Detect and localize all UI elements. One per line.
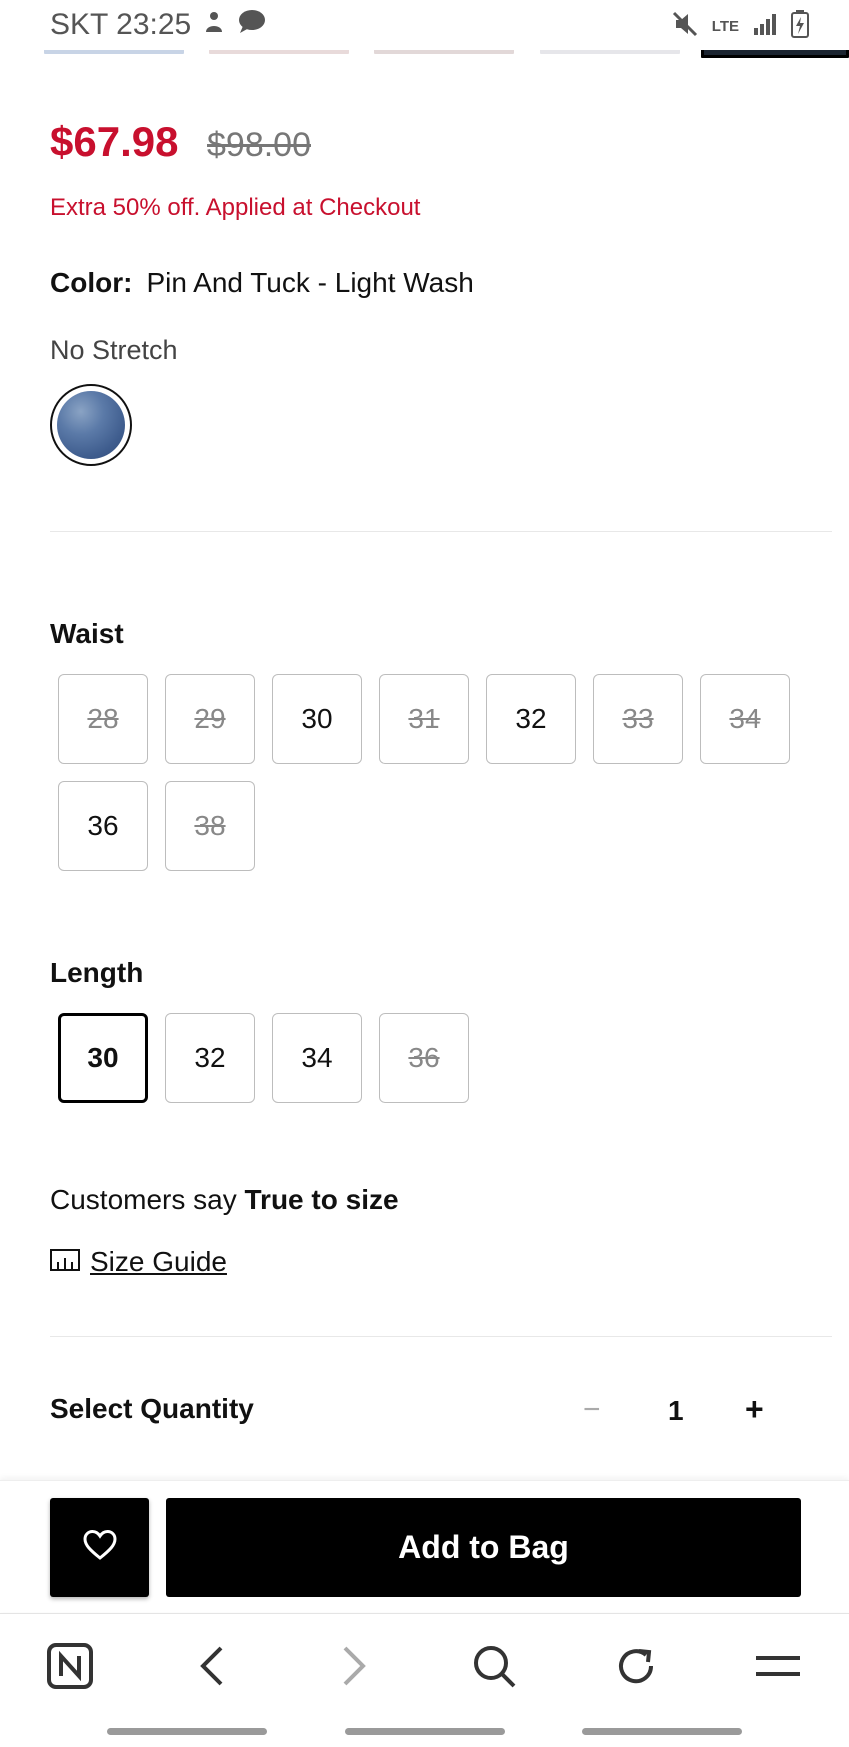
add-to-bag-button[interactable]: Add to Bag xyxy=(166,1498,801,1597)
fit-prefix: Customers say xyxy=(50,1184,237,1215)
waist-title: Waist xyxy=(50,618,124,649)
sale-price: $67.98 xyxy=(50,118,179,165)
size-guide-link[interactable]: Size Guide xyxy=(50,1246,227,1278)
gesture-bar-left xyxy=(107,1728,267,1735)
mute-icon xyxy=(672,11,698,42)
length-title: Length xyxy=(50,957,144,988)
notification-icon xyxy=(203,8,225,42)
waist-size-option[interactable]: 30 xyxy=(272,674,362,764)
search-icon[interactable] xyxy=(468,1640,520,1692)
original-price: $98.00 xyxy=(207,126,311,164)
status-right: LTE xyxy=(672,10,809,43)
status-bar: SKT 23:25 LTE xyxy=(0,0,849,50)
forward-icon[interactable] xyxy=(328,1640,380,1692)
battery-icon xyxy=(791,10,809,43)
home-n-icon[interactable] xyxy=(44,1640,96,1692)
color-label: Color: xyxy=(50,267,133,298)
divider xyxy=(50,1336,832,1337)
gesture-bar-center xyxy=(345,1728,505,1735)
length-size-option[interactable]: 30 xyxy=(58,1013,148,1103)
waist-size-option[interactable]: 36 xyxy=(58,781,148,871)
status-left: SKT 23:25 xyxy=(50,8,267,42)
denim-swatch-image xyxy=(57,391,125,459)
waist-size-label: 36 xyxy=(87,810,119,841)
length-size-label: 30 xyxy=(87,1042,119,1073)
waist-size-option[interactable]: 28 xyxy=(58,674,148,764)
wishlist-button[interactable] xyxy=(50,1498,149,1597)
length-size-option[interactable]: 32 xyxy=(165,1013,255,1103)
waist-size-option[interactable]: 31 xyxy=(379,674,469,764)
back-icon[interactable] xyxy=(186,1640,238,1692)
status-time: SKT 23:25 xyxy=(50,8,192,41)
waist-size-label: 30 xyxy=(301,703,333,734)
waist-size-option[interactable]: 29 xyxy=(165,674,255,764)
waist-size-option[interactable]: 34 xyxy=(700,674,790,764)
length-size-label: 36 xyxy=(408,1042,440,1073)
chat-bubble-icon xyxy=(237,8,267,42)
waist-size-label: 33 xyxy=(622,703,654,734)
waist-size-label: 38 xyxy=(194,810,226,841)
ruler-icon xyxy=(50,1246,80,1278)
length-size-label: 34 xyxy=(301,1042,333,1073)
waist-size-option[interactable]: 32 xyxy=(486,674,576,764)
color-value: Pin And Tuck - Light Wash xyxy=(146,267,474,298)
stretch-label: No Stretch xyxy=(50,335,178,365)
network-type: LTE xyxy=(711,17,739,35)
length-size-option[interactable]: 36 xyxy=(379,1013,469,1103)
waist-size-label: 28 xyxy=(87,703,119,734)
signal-icon xyxy=(753,13,777,40)
waist-size-label: 34 xyxy=(729,703,761,734)
length-size-option[interactable]: 34 xyxy=(272,1013,362,1103)
waist-size-label: 31 xyxy=(408,703,440,734)
color-swatch[interactable] xyxy=(50,384,132,466)
waist-size-label: 29 xyxy=(194,703,226,734)
gesture-bar-right xyxy=(582,1728,742,1735)
length-size-label: 32 xyxy=(194,1042,226,1073)
promo-text: Extra 50% off. Applied at Checkout xyxy=(50,194,421,221)
fit-value: True to size xyxy=(244,1184,399,1215)
quantity-value: 1 xyxy=(668,1395,684,1426)
color-row: Color: Pin And Tuck - Light Wash xyxy=(50,267,474,299)
fit-feedback: Customers say True to size xyxy=(50,1184,399,1216)
waist-size-option[interactable]: 33 xyxy=(593,674,683,764)
divider xyxy=(50,531,832,532)
heart-icon xyxy=(82,1529,118,1566)
refresh-icon[interactable] xyxy=(610,1640,662,1692)
quantity-title: Select Quantity xyxy=(50,1393,254,1424)
browser-toolbar xyxy=(0,1613,849,1747)
size-guide-label: Size Guide xyxy=(90,1246,227,1277)
menu-icon[interactable] xyxy=(752,1640,804,1692)
waist-size-label: 32 xyxy=(515,703,547,734)
waist-size-option[interactable]: 38 xyxy=(165,781,255,871)
quantity-decrease-button[interactable]: − xyxy=(583,1393,601,1427)
quantity-increase-button[interactable]: + xyxy=(745,1391,764,1428)
